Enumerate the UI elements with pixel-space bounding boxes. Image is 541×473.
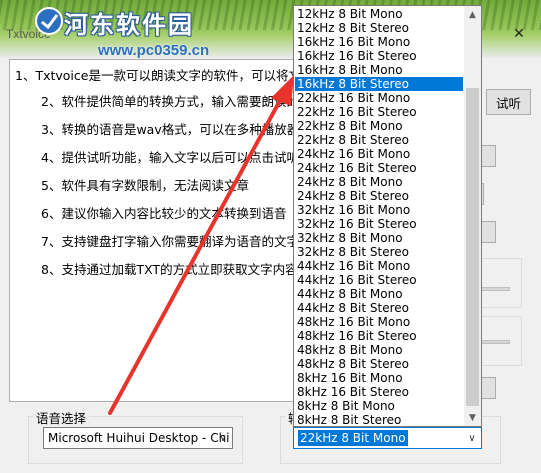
dropdown-option[interactable]: 32kHz 16 Bit Stereo	[295, 217, 463, 231]
dropdown-option[interactable]: 12kHz 8 Bit Mono	[295, 7, 463, 21]
dropdown-option[interactable]: 24kHz 16 Bit Mono	[295, 147, 463, 161]
dropdown-option[interactable]: 32kHz 16 Bit Mono	[295, 203, 463, 217]
content-line: 1、Txtvoice是一款可以朗读文字的软件，可以将文字	[15, 68, 314, 83]
content-line: 6、建议你输入内容比较少的文本转换到语音	[41, 206, 287, 221]
dropdown-option[interactable]: 8kHz 8 Bit Stereo	[295, 413, 463, 426]
dropdown-option[interactable]: 16kHz 8 Bit Mono	[295, 63, 463, 77]
dropdown-option[interactable]: 12kHz 8 Bit Stereo	[295, 21, 463, 35]
dropdown-option[interactable]: 48kHz 8 Bit Stereo	[295, 357, 463, 371]
dropdown-option[interactable]: 24kHz 16 Bit Stereo	[295, 161, 463, 175]
dropdown-option[interactable]: 48kHz 16 Bit Mono	[295, 315, 463, 329]
dropdown-option[interactable]: 8kHz 16 Bit Mono	[295, 371, 463, 385]
voice-group-label: 语音选择	[33, 408, 90, 427]
dropdown-scrollbar[interactable]: ▲ ▼	[464, 6, 481, 426]
watermark-title: 河东软件园	[64, 10, 194, 39]
voice-select-value: Microsoft Huihui Desktop - Chi	[48, 431, 230, 445]
dropdown-option[interactable]: 22kHz 16 Bit Mono	[295, 91, 463, 105]
content-line: 8、支持通过加载TXT的方式立即获取文字内容	[41, 262, 298, 277]
dropdown-option[interactable]: 44kHz 16 Bit Mono	[295, 259, 463, 273]
content-line: 5、软件具有字数限制，无法阅读文章	[41, 178, 249, 193]
format-select[interactable]: 22kHz 8 Bit Mono ∨	[293, 427, 482, 449]
watermark-url: www.pc0359.cn	[98, 42, 210, 58]
dropdown-option[interactable]: 16kHz 16 Bit Mono	[295, 35, 463, 49]
watermark-logo: 河东软件园 www.pc0359.cn	[34, 4, 254, 58]
dropdown-option[interactable]: 44kHz 8 Bit Stereo	[295, 301, 463, 315]
dropdown-option[interactable]: 8kHz 16 Bit Stereo	[295, 385, 463, 399]
format-select-value: 22kHz 8 Bit Mono	[298, 430, 408, 446]
content-line: 3、转换的语音是wav格式，可以在多种播放器查	[41, 122, 312, 137]
listen-button[interactable]: 试听	[486, 89, 531, 115]
dropdown-option[interactable]: 16kHz 16 Bit Stereo	[295, 49, 463, 63]
dropdown-option[interactable]: 44kHz 8 Bit Mono	[295, 287, 463, 301]
watermark-badge-icon	[35, 7, 63, 35]
content-line: 2、软件提供简单的转换方式，输入需要朗读的文	[41, 94, 312, 109]
dropdown-option[interactable]: 48kHz 8 Bit Mono	[295, 343, 463, 357]
dropdown-option[interactable]: 44kHz 16 Bit Stereo	[295, 273, 463, 287]
content-line: 4、提供试听功能，输入文字以后可以点击试听	[41, 150, 299, 165]
voice-select[interactable]: Microsoft Huihui Desktop - Chi ∨	[43, 427, 233, 449]
close-button[interactable]: ✕	[497, 22, 541, 46]
dropdown-option[interactable]: 32kHz 8 Bit Mono	[295, 231, 463, 245]
dropdown-option[interactable]: 16kHz 8 Bit Stereo	[295, 77, 463, 91]
dropdown-option[interactable]: 22kHz 16 Bit Stereo	[295, 105, 463, 119]
dropdown-option[interactable]: 24kHz 8 Bit Mono	[295, 175, 463, 189]
chevron-down-icon: ∨	[468, 432, 476, 444]
content-line: 7、支持键盘打字输入你需要翻译为语音的文字内	[41, 234, 312, 249]
dropdown-option[interactable]: 48kHz 16 Bit Stereo	[295, 329, 463, 343]
dropdown-option[interactable]: 8kHz 8 Bit Mono	[295, 399, 463, 413]
listen-button-label: 试听	[495, 95, 521, 111]
dropdown-option[interactable]: 22kHz 8 Bit Stereo	[295, 133, 463, 147]
chevron-down-icon: ∨	[219, 432, 227, 444]
dropdown-option[interactable]: 32kHz 8 Bit Stereo	[295, 245, 463, 259]
close-icon: ✕	[513, 26, 525, 42]
scroll-down-icon[interactable]: ▼	[464, 409, 481, 426]
dropdown-option[interactable]: 24kHz 8 Bit Stereo	[295, 189, 463, 203]
scrollbar-thumb[interactable]	[466, 88, 479, 406]
format-dropdown-list[interactable]: 12kHz 8 Bit Mono 12kHz 8 Bit Stereo 16kHz …	[293, 5, 482, 427]
dropdown-option[interactable]: 22kHz 8 Bit Mono	[295, 119, 463, 133]
scroll-up-icon[interactable]: ▲	[464, 6, 481, 23]
